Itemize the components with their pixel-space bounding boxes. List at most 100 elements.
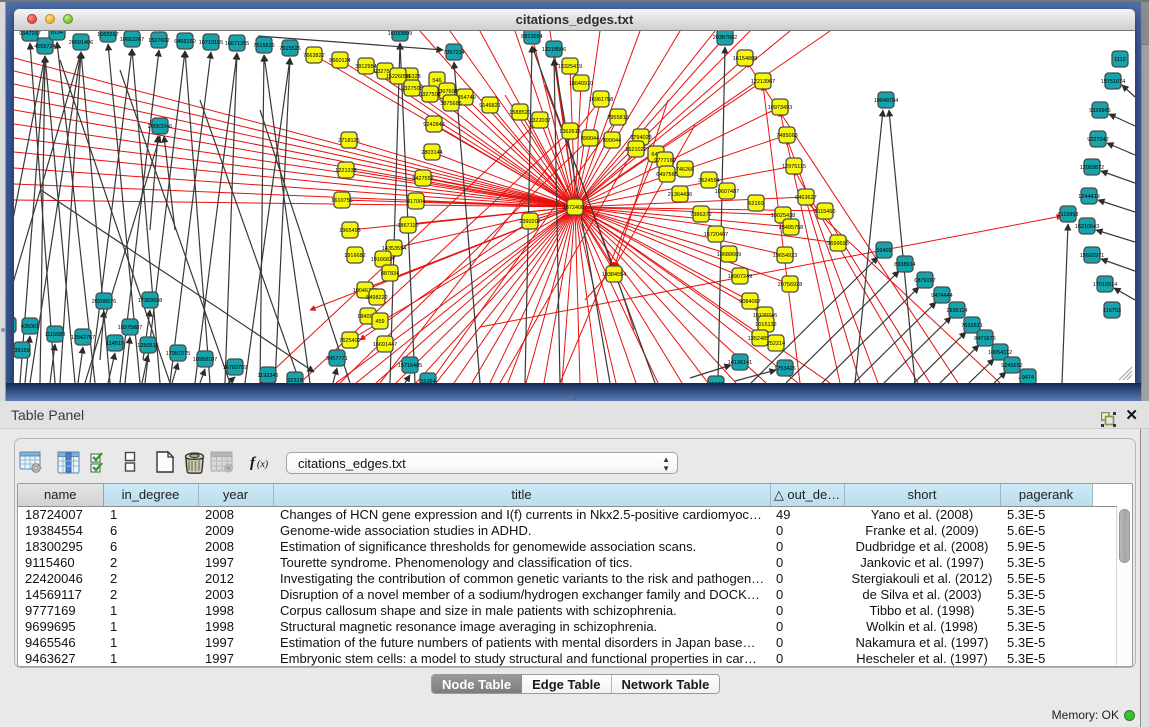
svg-text:13218506: 13218506 <box>542 47 566 53</box>
svg-text:887834: 887834 <box>381 271 399 277</box>
svg-text:3867110: 3867110 <box>397 223 418 229</box>
svg-text:899044: 899044 <box>581 136 599 142</box>
svg-text:20756928: 20756928 <box>778 282 802 288</box>
svg-text:21364436: 21364436 <box>668 192 692 198</box>
svg-text:9457771: 9457771 <box>326 356 347 362</box>
svg-text:15226058: 15226058 <box>386 74 410 80</box>
svg-text:1192346: 1192346 <box>257 373 278 379</box>
svg-text:19654923: 19654923 <box>773 253 797 259</box>
svg-text:7515526: 7515526 <box>279 46 300 52</box>
svg-text:8660124: 8660124 <box>329 58 350 64</box>
svg-text:10719155: 10719155 <box>199 40 223 46</box>
svg-text:9947297: 9947297 <box>19 31 40 37</box>
svg-text:(x): (x) <box>257 459 269 470</box>
svg-text:1621022: 1621022 <box>625 147 646 153</box>
svg-text:10654112: 10654112 <box>988 350 1012 356</box>
svg-text:7515526: 7515526 <box>253 43 274 49</box>
svg-text:16691447: 16691447 <box>373 342 397 348</box>
svg-text:12213967: 12213967 <box>751 79 775 85</box>
svg-text:1115688: 1115688 <box>45 332 66 338</box>
svg-text:17016514: 17016514 <box>1093 282 1117 288</box>
svg-text:16782759: 16782759 <box>223 365 247 371</box>
svg-text:10958107: 10958107 <box>193 357 217 363</box>
svg-text:4055724: 4055724 <box>34 44 55 50</box>
svg-text:10973493: 10973493 <box>768 105 792 111</box>
svg-text:10025438: 10025438 <box>771 213 795 219</box>
svg-text:3875685: 3875685 <box>440 101 461 107</box>
svg-text:1610755: 1610755 <box>331 198 352 204</box>
svg-text:20691406: 20691406 <box>69 40 93 46</box>
svg-text:9084067: 9084067 <box>739 299 760 305</box>
svg-text:17957275: 17957275 <box>166 351 190 357</box>
svg-text:6497568: 6497568 <box>656 172 677 178</box>
svg-text:1112: 1112 <box>1114 57 1125 63</box>
svg-text:7485063: 7485063 <box>776 133 797 139</box>
svg-text:1965493: 1965493 <box>339 228 360 234</box>
svg-text:417004: 417004 <box>407 199 425 205</box>
svg-text:899044: 899044 <box>603 138 621 144</box>
svg-text:1916682: 1916682 <box>344 253 365 259</box>
svg-text:8813054: 8813054 <box>521 34 542 40</box>
svg-text:1244419: 1244419 <box>1078 194 1099 200</box>
svg-text:9115460: 9115460 <box>814 209 835 215</box>
svg-text:15716485: 15716485 <box>398 363 422 369</box>
svg-text:7663822: 7663822 <box>303 53 324 59</box>
svg-text:10607487: 10607487 <box>715 189 739 195</box>
svg-text:19384554: 19384554 <box>602 272 626 278</box>
svg-text:7632621: 7632621 <box>961 323 982 329</box>
svg-text:9329966: 9329966 <box>1089 108 1110 114</box>
svg-text:8115958: 8115958 <box>1057 212 1078 218</box>
svg-text:15692971: 15692971 <box>1080 253 1104 259</box>
svg-text:12975115: 12975115 <box>782 164 806 170</box>
svg-text:1015132: 1015132 <box>755 322 776 328</box>
svg-text:9242843: 9242843 <box>423 122 444 128</box>
svg-text:7625402: 7625402 <box>339 338 360 344</box>
svg-text:459: 459 <box>375 319 384 325</box>
svg-text:252214: 252214 <box>767 341 785 347</box>
svg-text:9227342: 9227342 <box>1087 137 1108 143</box>
svg-text:16409: 16409 <box>876 248 891 254</box>
svg-text:2390202: 2390202 <box>519 219 540 225</box>
svg-text:1588520: 1588520 <box>509 110 530 116</box>
svg-text:14136141: 14136141 <box>728 360 752 366</box>
svg-text:18907249: 18907249 <box>728 274 752 280</box>
svg-text:15751074: 15751074 <box>1101 79 1125 85</box>
svg-text:17359938: 17359938 <box>138 298 162 304</box>
svg-text:9327508: 9327508 <box>419 92 440 98</box>
svg-text:1250515: 1250515 <box>137 343 158 349</box>
svg-text:13325419: 13325419 <box>558 64 582 70</box>
svg-text:16210643: 16210643 <box>1075 224 1099 230</box>
svg-text:10975887: 10975887 <box>118 325 142 331</box>
svg-text:3624554: 3624554 <box>698 178 719 184</box>
svg-text:6466160: 6466160 <box>174 39 195 45</box>
svg-text:9794028: 9794028 <box>630 135 651 141</box>
svg-text:19166827: 19166827 <box>371 257 395 263</box>
svg-text:1221338: 1221338 <box>335 168 356 174</box>
svg-text:7386372: 7386372 <box>690 212 711 218</box>
svg-text:10648784: 10648784 <box>874 98 898 104</box>
svg-text:18724007: 18724007 <box>563 205 587 211</box>
svg-text:8427552: 8427552 <box>412 176 433 182</box>
svg-text:12093872: 12093872 <box>1080 165 1104 171</box>
svg-text:116753: 116753 <box>1103 308 1121 314</box>
svg-text:62160: 62160 <box>748 201 763 207</box>
svg-text:2803144: 2803144 <box>421 150 442 156</box>
svg-text:1527602: 1527602 <box>148 38 169 44</box>
svg-text:16154808: 16154808 <box>733 56 757 62</box>
svg-text:746266: 746266 <box>676 167 694 173</box>
svg-text:15720407: 15720407 <box>704 232 728 238</box>
svg-text:8134: 8134 <box>51 31 63 36</box>
svg-text:5498222: 5498222 <box>366 295 387 301</box>
svg-text:9146821: 9146821 <box>479 103 500 109</box>
svg-text:8471676: 8471676 <box>974 336 995 342</box>
svg-text:7357224: 7357224 <box>443 50 464 56</box>
svg-text:16671355: 16671355 <box>225 41 249 47</box>
svg-text:20206576: 20206576 <box>92 299 116 305</box>
svg-text:1362615: 1362615 <box>559 129 580 135</box>
svg-text:2935114: 2935114 <box>946 308 967 314</box>
svg-text:435061: 435061 <box>21 324 39 330</box>
svg-text:1753426: 1753426 <box>774 366 795 372</box>
svg-text:18640910: 18640910 <box>569 81 593 87</box>
svg-text:9245652: 9245652 <box>1001 363 1022 369</box>
svg-text:12942757: 12942757 <box>71 335 95 341</box>
